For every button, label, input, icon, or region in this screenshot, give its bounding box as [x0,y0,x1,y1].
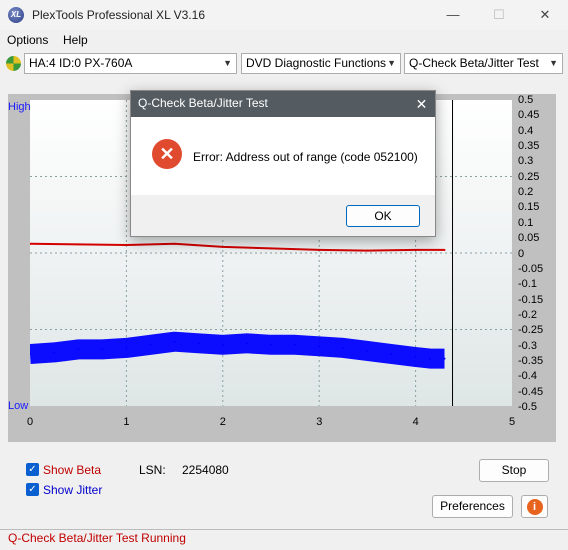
close-button[interactable]: ✕ [522,0,568,30]
dialog-message: Error: Address out of range (code 052100… [193,150,418,164]
x-tick-label: 3 [316,416,323,428]
chevron-down-icon: ▼ [387,58,396,68]
lsn-label: LSN: [139,463,166,477]
right-tick-label: -0.25 [518,324,544,337]
right-tick-label: 0.3 [518,155,534,168]
jitter-point [125,346,128,349]
beta-series-line [30,242,445,252]
beta-point [270,247,272,250]
x-tick-label: 5 [509,416,516,428]
right-tick-label: -0.35 [518,354,544,367]
right-tick-label: -0.4 [518,370,537,383]
chevron-down-icon: ▼ [549,58,558,68]
show-jitter-label[interactable]: Show Jitter [43,483,102,497]
right-tick-label: -0.15 [518,293,544,306]
jitter-series-line [30,331,445,369]
show-beta-label[interactable]: Show Beta [43,463,101,477]
jitter-point [342,346,345,349]
beta-point [221,245,224,248]
jitter-point [149,343,152,346]
jitter-point [221,343,224,346]
dialog-close-button[interactable]: ✕ [408,91,435,117]
beta-point [318,248,321,251]
right-tick-label: -0.5 [518,401,537,413]
function-select-value: DVD Diagnostic Functions [246,56,387,70]
show-beta-checkbox[interactable]: ✓ [26,463,39,476]
jitter-point [390,352,393,355]
right-tick-label: 0 [518,247,525,260]
info-icon: i [526,499,543,515]
preferences-button[interactable]: Preferences [432,495,513,518]
drive-select[interactable]: HA:4 ID:0 PX-760A ▼ [24,53,237,74]
right-tick-label: 0.15 [518,201,540,214]
drive-select-value: HA:4 ID:0 PX-760A [29,56,133,70]
right-tick-label: -0.05 [518,262,544,275]
x-tick-label: 2 [219,416,226,428]
jitter-point [53,351,56,354]
lsn-value: 2254080 [182,463,229,477]
right-tick-label: -0.3 [518,339,537,352]
beta-point [125,244,128,247]
menu-options[interactable]: Options [7,33,48,47]
jitter-point [77,348,80,351]
jitter-point [429,357,432,360]
beta-point [414,248,417,251]
right-tick-label: -0.1 [518,278,537,291]
menu-help[interactable]: Help [63,33,88,47]
jitter-point [294,343,297,346]
jitter-point [197,342,200,345]
beta-point [443,248,446,251]
maximize-button[interactable]: ☐ [476,0,522,30]
beta-point [77,243,80,246]
ok-button[interactable]: OK [346,205,420,227]
status-text: Q-Check Beta/Jitter Test Running [8,531,186,545]
error-icon: ✕ [152,139,182,169]
chevron-down-icon: ▼ [223,58,232,68]
jitter-point [101,348,104,351]
jitter-point [270,343,272,346]
right-tick-label: 0.1 [518,216,534,229]
info-button[interactable]: i [521,495,548,518]
right-tick-label: 0.45 [518,109,540,122]
drive-icon [6,56,21,71]
jitter-point [245,342,248,345]
right-tick-label: -0.2 [518,308,537,321]
right-tick-label: 0.25 [518,170,540,183]
jitter-point [366,349,369,352]
jitter-point [414,356,417,359]
beta-point [366,249,369,252]
app-logo-icon: XL [8,7,24,23]
right-tick-label: 0.05 [518,232,540,245]
x-tick-label: 4 [412,416,419,428]
window-title: PlexTools Professional XL V3.16 [32,8,205,22]
show-jitter-checkbox[interactable]: ✓ [26,483,39,496]
test-select-value: Q-Check Beta/Jitter Test [409,56,539,70]
jitter-point [318,345,321,348]
right-tick-label: -0.45 [518,385,544,398]
right-tick-label: 0.2 [518,186,534,199]
stop-button[interactable]: Stop [479,459,549,482]
function-select[interactable]: DVD Diagnostic Functions ▼ [241,53,401,74]
x-tick-label: 1 [123,416,130,428]
dialog-title: Q-Check Beta/Jitter Test [138,96,268,110]
right-tick-label: 0.35 [518,140,540,153]
minimize-button[interactable]: — [430,0,476,30]
jitter-point [443,357,446,360]
beta-point [173,242,176,245]
high-label: High [8,101,31,113]
right-tick-label: 0.4 [518,124,534,137]
x-tick-label: 0 [27,416,34,428]
low-label: Low [8,400,29,412]
right-tick-label: 0.5 [518,94,534,106]
jitter-point [173,340,176,343]
test-select[interactable]: Q-Check Beta/Jitter Test ▼ [404,53,563,74]
